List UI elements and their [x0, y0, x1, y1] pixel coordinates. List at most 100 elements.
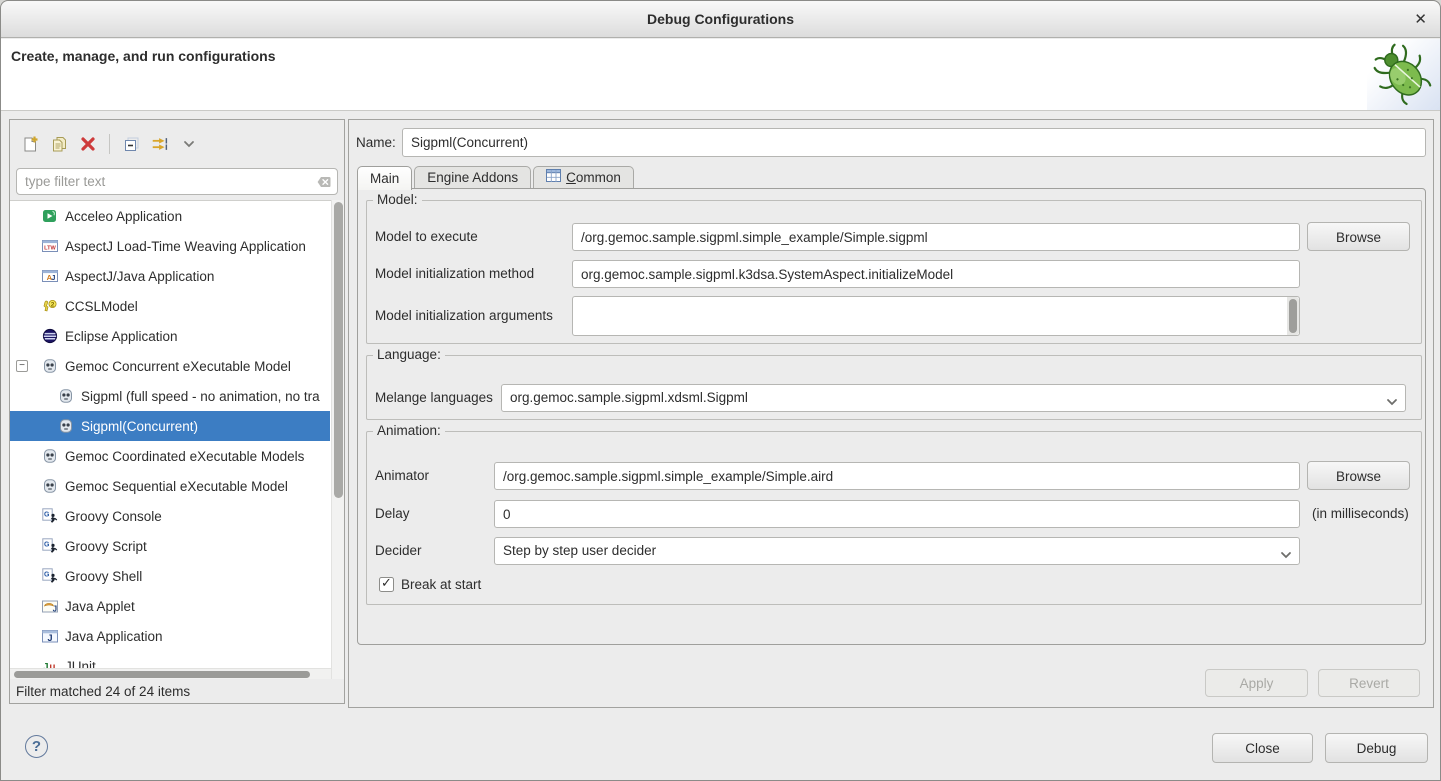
- table-icon: [546, 167, 561, 189]
- tree-vertical-scrollbar-thumb[interactable]: [334, 202, 343, 498]
- model-group-title: Model:: [373, 192, 422, 207]
- tree-item[interactable]: Gemoc Sequential eXecutable Model: [10, 471, 330, 501]
- args-scrollbar-thumb[interactable]: [1289, 299, 1297, 333]
- tab-common[interactable]: Common: [533, 166, 634, 189]
- tree-horizontal-scrollbar: [10, 668, 331, 679]
- gemoc-icon: [58, 418, 75, 434]
- tree-item[interactable]: Sigpml(Concurrent): [10, 411, 330, 441]
- tree-item-label: Gemoc Sequential eXecutable Model: [65, 479, 288, 494]
- model-to-execute-input[interactable]: [572, 223, 1300, 251]
- titlebar: Debug Configurations ✕: [1, 1, 1440, 38]
- tree-item[interactable]: 2CCSLModel: [10, 291, 330, 321]
- dropdown-chevron-icon[interactable]: [179, 134, 199, 154]
- model-init-method-label: Model initialization method: [375, 260, 534, 288]
- collapse-all-icon[interactable]: [121, 134, 141, 154]
- model-browse-button[interactable]: Browse: [1307, 222, 1410, 251]
- chevron-down-icon: [1386, 394, 1398, 409]
- tree-item-label: Gemoc Concurrent eXecutable Model: [65, 359, 291, 374]
- duplicate-icon[interactable]: [49, 134, 69, 154]
- language-group: Language: Melange languages org.gemoc.sa…: [366, 355, 1422, 420]
- gemoc-icon: [58, 388, 75, 404]
- collapse-expander-icon[interactable]: −: [14, 360, 30, 372]
- javaapp-icon: J: [42, 628, 59, 644]
- gemoc-icon: [42, 448, 59, 464]
- configuration-tree: Acceleo ApplicationLTWAspectJ Load-Time …: [10, 200, 344, 679]
- decider-label: Decider: [375, 537, 422, 565]
- tab-engine-addons[interactable]: Engine Addons: [414, 166, 531, 189]
- model-init-method-input[interactable]: [572, 260, 1300, 288]
- tree-item[interactable]: GGroovy Script: [10, 531, 330, 561]
- tab-main-label: Main: [370, 168, 399, 190]
- delay-units-label: (in milliseconds): [1312, 500, 1409, 528]
- model-init-args-textarea[interactable]: [572, 296, 1300, 336]
- delay-input[interactable]: [494, 500, 1300, 528]
- tree-item-label: Sigpml(Concurrent): [81, 419, 198, 434]
- tree-horizontal-scrollbar-thumb[interactable]: [14, 671, 310, 678]
- tree-item-label: Gemoc Coordinated eXecutable Models: [65, 449, 304, 464]
- filter-history-icon[interactable]: [150, 134, 170, 154]
- filter-input[interactable]: [16, 168, 338, 195]
- svg-text:G: G: [44, 512, 50, 519]
- animation-group-title: Animation:: [373, 423, 445, 438]
- tree-item-label: AspectJ Load-Time Weaving Application: [65, 239, 306, 254]
- chevron-down-icon: [1280, 547, 1292, 562]
- tree-item[interactable]: − Gemoc Concurrent eXecutable Model: [10, 351, 330, 381]
- tree-item[interactable]: Acceleo Application: [10, 201, 330, 231]
- window-title: Debug Configurations: [1, 1, 1440, 38]
- clear-filter-icon[interactable]: [316, 174, 332, 190]
- model-to-execute-label: Model to execute: [375, 223, 478, 251]
- name-input[interactable]: [402, 128, 1426, 157]
- tree-item-label: Groovy Console: [65, 509, 162, 524]
- tree-item[interactable]: G Groovy Console: [10, 501, 330, 531]
- tree-item[interactable]: Eclipse Application: [10, 321, 330, 351]
- tab-engine-addons-label: Engine Addons: [427, 167, 518, 189]
- decider-combo[interactable]: Step by step user decider: [494, 537, 1300, 565]
- delete-icon[interactable]: [78, 134, 98, 154]
- animation-group: Animation: Animator Browse Delay (in mil…: [366, 431, 1422, 605]
- tree-item[interactable]: JJava Application: [10, 621, 330, 651]
- tree-item[interactable]: JJava Applet: [10, 591, 330, 621]
- animator-label: Animator: [375, 462, 429, 490]
- header-banner: Create, manage, and run configurations: [1, 39, 1440, 111]
- ccsl-icon: 2: [42, 298, 59, 314]
- new-config-icon[interactable]: [20, 134, 40, 154]
- name-label: Name:: [356, 129, 396, 157]
- tree-item[interactable]: LTWAspectJ Load-Time Weaving Application: [10, 231, 330, 261]
- aj-icon: AJ: [42, 268, 59, 284]
- args-scrollbar: [1287, 297, 1299, 335]
- applet-icon: J: [42, 598, 59, 614]
- break-at-start-row: Break at start: [379, 575, 481, 593]
- tab-common-label: Common: [566, 167, 621, 189]
- debug-configurations-dialog: Debug Configurations ✕ Create, manage, a…: [0, 0, 1441, 781]
- window-close-icon[interactable]: ✕: [1414, 1, 1427, 38]
- animator-input[interactable]: [494, 462, 1300, 490]
- svg-text:G: G: [44, 572, 50, 579]
- tree-item[interactable]: Sigpml (full speed - no animation, no tr…: [10, 381, 330, 411]
- debug-button[interactable]: Debug: [1325, 733, 1428, 763]
- help-button[interactable]: ?: [25, 735, 48, 758]
- animator-browse-button[interactable]: Browse: [1307, 461, 1410, 490]
- tree-item-label: Eclipse Application: [65, 329, 178, 344]
- tree-item[interactable]: Gemoc Coordinated eXecutable Models: [10, 441, 330, 471]
- configuration-detail-panel: Name: Main Engine Addons Common Model: M…: [348, 119, 1434, 708]
- main-tab-content: Model: Model to execute Browse Model ini…: [357, 188, 1426, 645]
- groovy-icon: G: [42, 568, 59, 584]
- svg-text:G: G: [44, 542, 50, 549]
- break-at-start-label: Break at start: [401, 577, 481, 592]
- model-group: Model: Model to execute Browse Model ini…: [366, 200, 1422, 344]
- tree-item[interactable]: AJ AspectJ/Java Application: [10, 261, 330, 291]
- svg-text:2: 2: [51, 301, 55, 308]
- break-at-start-checkbox[interactable]: [379, 577, 394, 592]
- delay-label: Delay: [375, 500, 410, 528]
- tab-main[interactable]: Main: [357, 166, 412, 190]
- tree-vertical-scrollbar: [331, 200, 344, 679]
- toolbar-separator: [109, 134, 110, 154]
- revert-button[interactable]: Revert: [1318, 669, 1420, 697]
- apply-button[interactable]: Apply: [1205, 669, 1308, 697]
- close-button[interactable]: Close: [1212, 733, 1313, 763]
- melange-languages-combo[interactable]: org.gemoc.sample.sigpml.xdsml.Sigpml: [501, 384, 1406, 412]
- launch-toolbar: [10, 120, 344, 164]
- tree-item-label: AspectJ/Java Application: [65, 269, 214, 284]
- svg-text:J: J: [47, 633, 52, 643]
- tree-item[interactable]: GGroovy Shell: [10, 561, 330, 591]
